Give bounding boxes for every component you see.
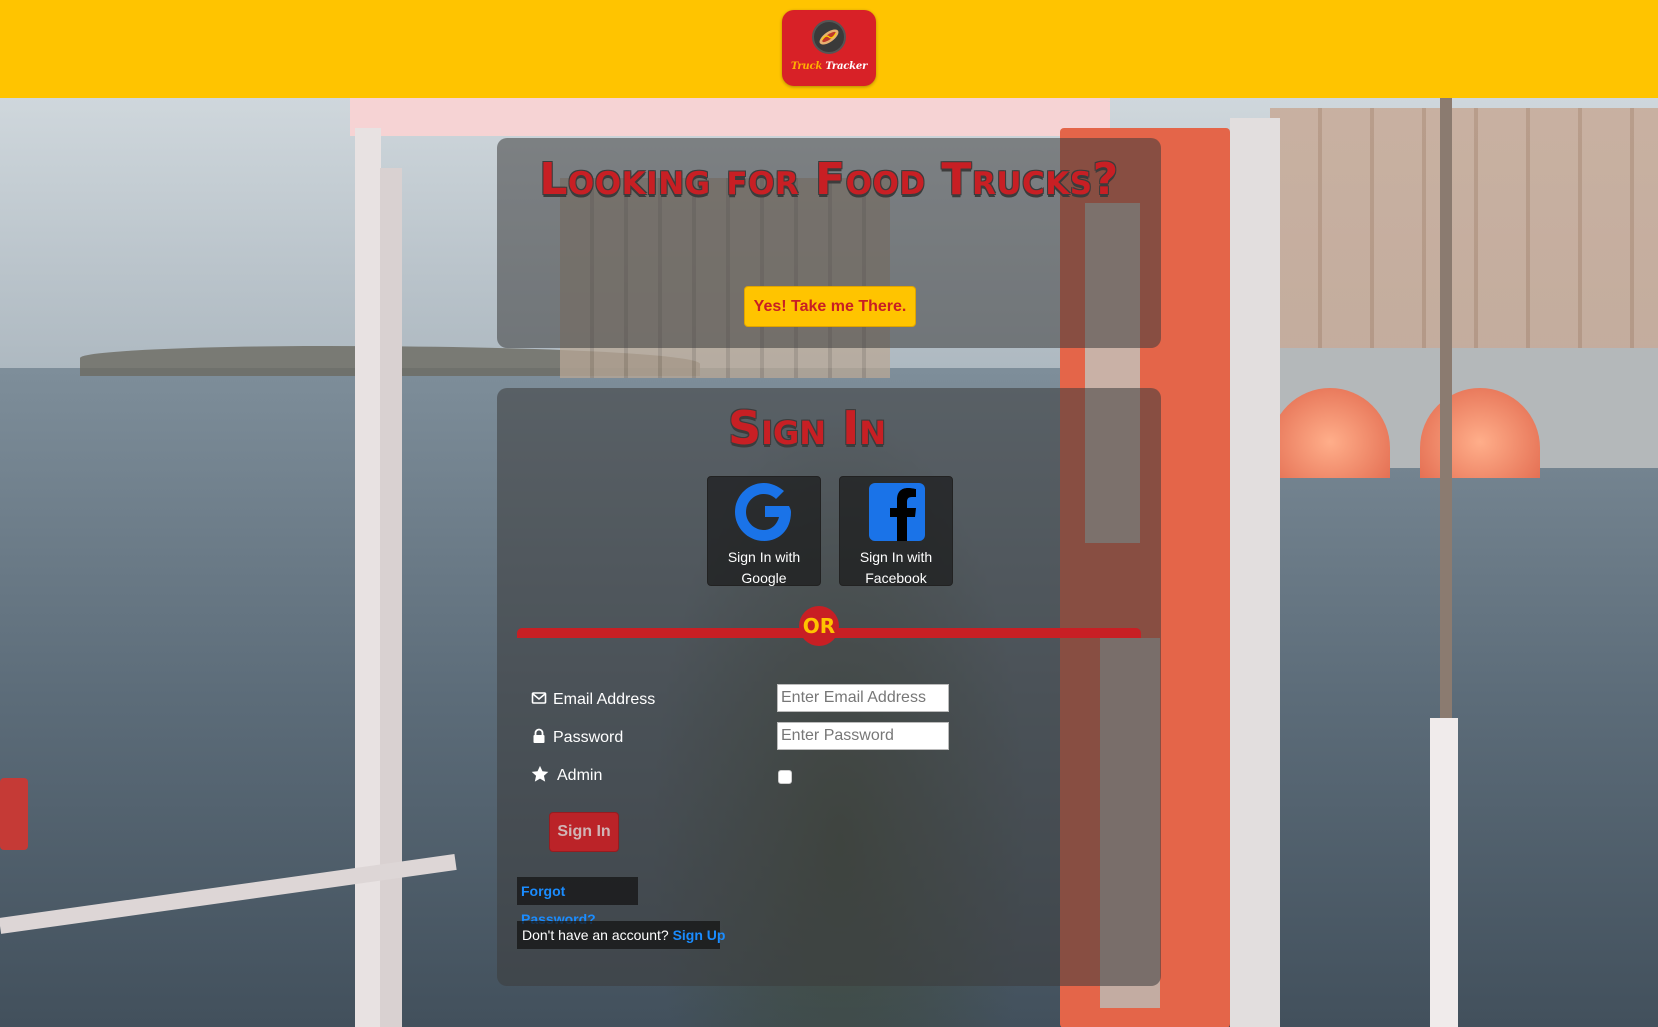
facebook-icon bbox=[869, 483, 925, 541]
white-post bbox=[355, 128, 381, 1027]
signup-link[interactable]: Sign Up bbox=[673, 927, 726, 943]
no-account-text: Don't have an account? bbox=[522, 927, 669, 943]
take-me-there-button[interactable]: Yes! Take me There. bbox=[744, 286, 916, 327]
white-post bbox=[380, 168, 402, 1027]
white-post bbox=[1430, 718, 1458, 1027]
star-icon bbox=[531, 765, 549, 782]
door-frame bbox=[1230, 118, 1280, 1027]
signup-prompt: Don't have an account? Sign Up bbox=[517, 921, 725, 949]
logo-word-tracker: Tracker bbox=[825, 61, 868, 72]
lock-icon bbox=[533, 728, 545, 743]
google-signin-label: Sign In with Google bbox=[727, 549, 801, 586]
email-field[interactable] bbox=[777, 684, 949, 712]
hero-headline: Looking for Food Trucks? bbox=[539, 154, 1119, 205]
facebook-signin-label: Sign In with Facebook bbox=[859, 549, 933, 586]
signin-title: Sign In bbox=[728, 401, 886, 455]
forgot-password-link[interactable]: Forgot Password? bbox=[517, 877, 638, 927]
hero-card: Looking for Food Trucks? Yes! Take me Th… bbox=[497, 138, 1161, 348]
facebook-signin-button[interactable]: Sign In with Facebook bbox=[839, 476, 953, 586]
red-box bbox=[0, 778, 28, 850]
restaurant-sign bbox=[350, 98, 1110, 136]
google-icon bbox=[735, 483, 791, 541]
admin-checkbox[interactable] bbox=[778, 770, 792, 784]
google-signin-button[interactable]: Sign In with Google bbox=[707, 476, 821, 586]
logo-text: Truck Tracker bbox=[782, 61, 876, 72]
truck-tracker-logo[interactable]: Truck Tracker bbox=[782, 10, 876, 86]
signin-submit-button[interactable]: Sign In bbox=[549, 812, 619, 852]
password-field[interactable] bbox=[777, 722, 949, 750]
email-label: Email Address bbox=[553, 691, 656, 708]
admin-label: Admin bbox=[557, 767, 603, 784]
harbor-buildings bbox=[1270, 108, 1658, 358]
envelope-icon bbox=[531, 692, 547, 704]
password-label: Password bbox=[553, 729, 624, 746]
signin-card: Sign In Sign In with Google Sign In with… bbox=[497, 388, 1161, 986]
top-header: Truck Tracker bbox=[0, 0, 1658, 98]
or-badge: OR bbox=[799, 606, 839, 646]
hotdog-icon bbox=[812, 20, 846, 54]
logo-word-truck: Truck bbox=[790, 61, 823, 72]
